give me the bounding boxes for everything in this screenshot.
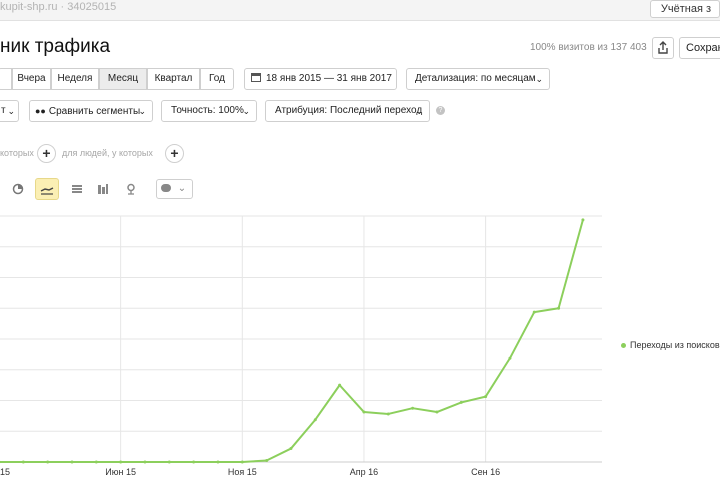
legend-series-label: Переходы из поисков [630, 340, 720, 350]
account-button[interactable]: Учётная з [649, 0, 720, 18]
x-tick-label: Июн 15 [105, 467, 136, 477]
page-title: ник трафика [0, 36, 111, 57]
data-point [411, 406, 415, 410]
filter-condition-text: которых [0, 148, 34, 158]
add-people-filter-button[interactable]: + [165, 144, 184, 163]
data-point [289, 447, 293, 451]
traffic-line-chart: 15 Июн 15 Ноя 15 Апр 16 Сен 16 [0, 215, 602, 477]
data-point [362, 410, 366, 414]
data-point [216, 460, 220, 464]
data-point [94, 460, 98, 464]
date-range-picker[interactable]: 18 янв 2015 — 31 янв 2017 [244, 68, 397, 90]
data-point [484, 395, 488, 399]
data-point [143, 460, 147, 464]
cut-select[interactable]: т ⌄ [0, 100, 19, 122]
data-point [119, 460, 123, 464]
data-point [459, 400, 463, 404]
people-filter-text: для людей, у которых [62, 148, 153, 158]
data-point [508, 356, 512, 360]
date-range-label: 18 янв 2015 — 31 янв 2017 [266, 73, 392, 84]
detail-select[interactable]: Детализация: по месяцам ⌄ [406, 68, 550, 90]
data-point [192, 460, 196, 464]
chevron-down-icon: ⌄ [7, 106, 15, 116]
x-tick-label: Сен 16 [471, 467, 500, 477]
visits-summary: 100% визитов из 137 403 [530, 42, 647, 53]
chevron-down-icon: ⌄ [177, 183, 187, 194]
data-point [240, 460, 244, 464]
map-pin-icon[interactable] [119, 178, 143, 200]
export-button[interactable] [652, 37, 674, 59]
period-yesterday-button[interactable]: Вчера [12, 68, 51, 90]
x-tick-label: Апр 16 [350, 467, 378, 477]
data-point [581, 218, 585, 222]
chevron-down-icon: ⌄ [535, 74, 543, 84]
x-tick-label: Ноя 15 [228, 467, 257, 477]
period-week-button[interactable]: Неделя [51, 68, 99, 90]
accuracy-label: Точность: 100% [171, 105, 244, 116]
attribution-select[interactable]: Атрибуция: Последний переход ⌄ [265, 100, 430, 122]
pie-chart-icon[interactable] [6, 178, 30, 200]
period-month-button[interactable]: Месяц [99, 68, 147, 90]
segments-icon: ●● [35, 106, 46, 116]
period-year-button[interactable]: Год [200, 68, 234, 90]
chevron-down-icon: ⌄ [138, 106, 146, 116]
line-chart-icon[interactable] [35, 178, 59, 200]
data-point [70, 460, 74, 464]
save-report-button[interactable]: Сохран [679, 37, 720, 59]
series-line [0, 219, 584, 463]
annotations-select[interactable]: ⌄ [156, 179, 193, 199]
export-icon [658, 41, 668, 54]
area-chart-icon[interactable] [65, 178, 89, 200]
data-point [313, 418, 317, 422]
period-today-button[interactable] [0, 68, 12, 90]
data-point [167, 460, 171, 464]
compare-segments-button[interactable]: ●● Сравнить сегменты ⌄ [29, 100, 153, 122]
data-point [0, 460, 1, 464]
chevron-down-icon: ⌄ [415, 106, 423, 116]
help-icon[interactable]: ? [436, 106, 445, 115]
top-bar: kupit-shp.ru · 34025015 Учётная з [0, 0, 720, 21]
x-tick-label: 15 [0, 467, 10, 477]
legend-dot-icon [621, 343, 626, 349]
chart-series [0, 218, 585, 464]
data-point [46, 460, 50, 464]
data-point [338, 383, 342, 387]
detail-label: Детализация: по месяцам [415, 73, 536, 84]
bar-chart-icon[interactable] [91, 178, 115, 200]
compare-segments-label: Сравнить сегменты [48, 106, 141, 117]
attribution-label: Атрибуция: Последний переход [275, 105, 423, 116]
comment-icon [161, 184, 171, 192]
chart-grid [0, 215, 602, 463]
chevron-down-icon: ⌄ [242, 106, 250, 116]
data-point [532, 310, 536, 314]
data-point [265, 458, 269, 462]
data-point [386, 412, 390, 416]
calendar-icon [251, 73, 261, 82]
site-counter-label: kupit-shp.ru · 34025015 [0, 1, 117, 13]
accuracy-select[interactable]: Точность: 100% ⌄ [161, 100, 257, 122]
cut-label: т [1, 105, 6, 116]
data-point [435, 410, 439, 414]
x-axis-ticks: 15 Июн 15 Ноя 15 Апр 16 Сен 16 [0, 467, 500, 477]
add-filter-button[interactable]: + [37, 144, 56, 163]
chart-legend[interactable]: Переходы из поисков [621, 340, 720, 350]
data-point [21, 460, 25, 464]
period-quarter-button[interactable]: Квартал [147, 68, 200, 90]
data-point [557, 306, 561, 310]
